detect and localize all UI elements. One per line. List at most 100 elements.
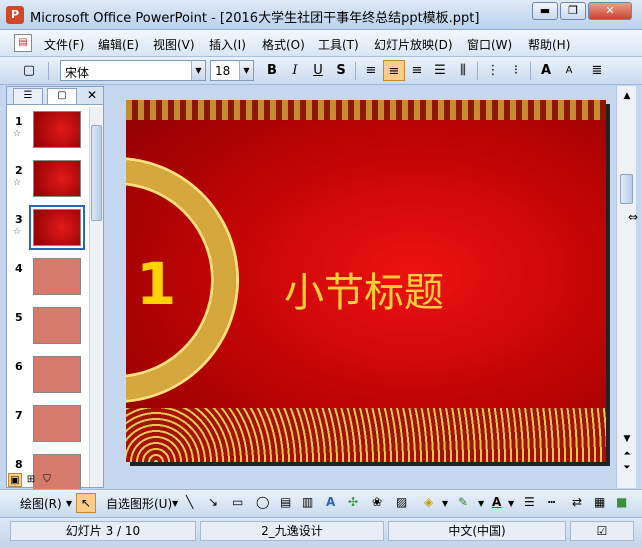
- slide-thumbnail[interactable]: [33, 160, 81, 197]
- menu-format[interactable]: 格式(O): [262, 36, 305, 53]
- slide-number-label: 5: [15, 311, 23, 324]
- menu-insert[interactable]: 插入(I): [209, 36, 246, 53]
- wordart-icon[interactable]: A: [326, 495, 335, 509]
- bold-button[interactable]: B: [261, 60, 283, 81]
- rectangle-icon[interactable]: ▭: [232, 495, 243, 509]
- italic-button[interactable]: I: [284, 60, 306, 81]
- drawing-toolbar: 绘图(R) ▼ ↖ 自选图形(U) ▼ ╲ ↘ ▭ ◯ ▤ ▥ A ✣ ❀ ▨ …: [0, 489, 642, 517]
- section-title[interactable]: 小节标题: [284, 260, 444, 318]
- chevron-down-icon[interactable]: ▼: [478, 499, 484, 508]
- toolbar-options-icon[interactable]: ≣: [586, 60, 608, 81]
- font-name-combo[interactable]: 宋体 ▼: [60, 60, 206, 81]
- font-size-combo[interactable]: 18 ▼: [210, 60, 254, 81]
- language-indicator: 中文(中国): [388, 521, 566, 541]
- menu-view[interactable]: 视图(V): [153, 36, 195, 53]
- line-icon[interactable]: ╲: [186, 495, 193, 509]
- align-center-icon[interactable]: ≡: [383, 60, 405, 81]
- picture-icon[interactable]: ▨: [396, 495, 407, 509]
- justify-icon[interactable]: ☰: [429, 60, 451, 81]
- arrow-icon[interactable]: ↘: [208, 495, 218, 509]
- grow-font-button[interactable]: A: [535, 60, 557, 81]
- numbering-icon[interactable]: ⋮: [482, 60, 504, 81]
- toolbar-separator: [477, 62, 478, 80]
- design-template[interactable]: 2_九逸设计: [200, 521, 384, 541]
- oval-icon[interactable]: ◯: [256, 495, 269, 509]
- chevron-down-icon[interactable]: ▼: [191, 61, 205, 80]
- view-buttons: ▣ ⊞ ⛉: [6, 473, 104, 489]
- chevron-down-icon[interactable]: ▼: [442, 499, 448, 508]
- menu-window[interactable]: 窗口(W): [467, 36, 512, 53]
- menu-file[interactable]: 文件(F): [44, 36, 84, 53]
- scrollbar-thumb[interactable]: [620, 174, 633, 204]
- slideshow-icon[interactable]: ⛉: [40, 473, 54, 487]
- 3d-style-icon[interactable]: ■: [616, 495, 627, 509]
- dash-style-icon[interactable]: ┅: [548, 495, 555, 509]
- shrink-font-button[interactable]: A: [558, 60, 580, 81]
- vertical-textbox-icon[interactable]: ▥: [302, 495, 313, 509]
- slide-thumbnail[interactable]: [29, 205, 85, 250]
- scrollbar-thumb[interactable]: [91, 125, 102, 221]
- scroll-down-icon[interactable]: ▼: [619, 432, 635, 446]
- chevron-down-icon[interactable]: ▼: [172, 499, 178, 508]
- section-number[interactable]: 1: [136, 250, 176, 318]
- resize-cursor-icon: ⇔: [628, 210, 639, 224]
- slide-thumbnail[interactable]: [33, 258, 81, 295]
- title-bar: P Microsoft Office PowerPoint - [2016大学生…: [0, 0, 642, 30]
- shadow-style-icon[interactable]: ▦: [594, 495, 605, 509]
- slide-number-label: 7: [15, 409, 23, 422]
- slide-number-label: 1: [15, 115, 23, 128]
- line-style-icon[interactable]: ☰: [524, 495, 535, 509]
- maximize-button[interactable]: ❐: [560, 2, 586, 20]
- next-slide-icon[interactable]: ⏷: [619, 462, 635, 474]
- chevron-down-icon[interactable]: ▼: [508, 499, 514, 508]
- line-color-icon[interactable]: ✎: [458, 495, 468, 509]
- tab-slides[interactable]: ▢: [47, 88, 77, 104]
- menu-tools[interactable]: 工具(T): [318, 36, 359, 53]
- vertical-scrollbar[interactable]: ▲ ▼ ⏶ ⏷: [616, 86, 636, 488]
- spell-check-icon[interactable]: ☑: [570, 521, 634, 541]
- document-icon[interactable]: ▤: [14, 34, 32, 52]
- scroll-up-icon[interactable]: ▲: [619, 88, 635, 104]
- slide-thumbnail[interactable]: [33, 307, 81, 344]
- new-icon[interactable]: ▢: [18, 60, 40, 81]
- minimize-button[interactable]: ▬: [532, 2, 558, 20]
- normal-view-icon[interactable]: ▣: [8, 473, 22, 487]
- font-color-icon[interactable]: A: [492, 495, 501, 509]
- distribute-columns-icon[interactable]: ⫼: [452, 60, 474, 81]
- close-button[interactable]: ✕: [588, 2, 632, 20]
- diagram-icon[interactable]: ✣: [348, 495, 358, 509]
- slide-thumbnail[interactable]: [33, 356, 81, 393]
- align-left-icon[interactable]: ≡: [360, 60, 382, 81]
- slide-position: 幻灯片 3 / 10: [10, 521, 196, 541]
- slide-thumbnail[interactable]: [33, 405, 81, 442]
- autoshapes-button[interactable]: 自选图形(U): [106, 495, 172, 512]
- menu-slideshow[interactable]: 幻灯片放映(D): [374, 36, 453, 53]
- fill-color-icon[interactable]: ◈: [424, 495, 433, 509]
- underline-button[interactable]: U: [307, 60, 329, 81]
- pane-close-icon[interactable]: ✕: [87, 88, 97, 102]
- slide-canvas[interactable]: 1 小节标题: [126, 100, 606, 462]
- thumbnail-scrollbar[interactable]: [89, 107, 103, 487]
- slide-sorter-icon[interactable]: ⊞: [24, 473, 38, 487]
- animation-star-icon: ☆: [13, 178, 22, 188]
- menu-help[interactable]: 帮助(H): [528, 36, 570, 53]
- animation-star-icon: ☆: [13, 129, 22, 139]
- toolbar-separator: [48, 62, 49, 80]
- slide-thumbnail[interactable]: [33, 111, 81, 148]
- slide-number-label: 2: [15, 164, 23, 177]
- powerpoint-app-icon[interactable]: P: [6, 6, 24, 24]
- align-right-icon[interactable]: ≡: [406, 60, 428, 81]
- slide-number-label: 6: [15, 360, 23, 373]
- draw-menu-button[interactable]: 绘图(R): [20, 495, 62, 512]
- chevron-down-icon[interactable]: ▼: [239, 61, 253, 80]
- textbox-icon[interactable]: ▤: [280, 495, 291, 509]
- select-pointer-icon[interactable]: ↖: [76, 493, 96, 513]
- bullets-icon[interactable]: ⁝: [505, 60, 527, 81]
- menu-edit[interactable]: 编辑(E): [98, 36, 139, 53]
- previous-slide-icon[interactable]: ⏶: [619, 448, 635, 460]
- clipart-icon[interactable]: ❀: [372, 495, 382, 509]
- shadow-button[interactable]: S: [330, 60, 352, 81]
- tab-outline[interactable]: ☰: [13, 88, 43, 104]
- chevron-down-icon[interactable]: ▼: [66, 499, 72, 508]
- arrow-style-icon[interactable]: ⇄: [572, 495, 582, 509]
